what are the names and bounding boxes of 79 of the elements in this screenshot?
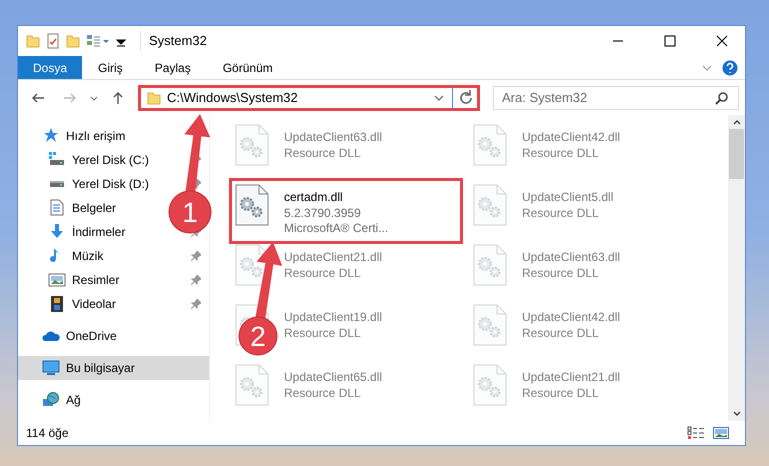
file-name: UpdateClient63.dll	[522, 249, 620, 266]
nav-label: Ağ	[66, 392, 81, 409]
nav-label: Yerel Disk (C:)	[72, 152, 150, 169]
network-icon	[42, 391, 60, 409]
picture-icon	[48, 271, 66, 289]
scrollbar[interactable]	[728, 115, 745, 421]
annotation-number: 1	[182, 197, 198, 228]
checklist-icon[interactable]	[46, 33, 60, 49]
details-view-icon[interactable]	[687, 426, 705, 440]
nav-label: Müzik	[72, 248, 104, 265]
gear-file-icon	[235, 364, 269, 406]
file-name: UpdateClient19.dll	[284, 309, 382, 326]
file-detail: Resource DLL	[284, 326, 362, 341]
film-icon	[48, 295, 66, 313]
gear-file-icon	[473, 304, 507, 346]
file-name: UpdateClient65.dll	[284, 369, 382, 386]
scrollbar-thumb[interactable]	[729, 129, 744, 179]
nav-item[interactable]: Videolar	[18, 292, 209, 316]
search-icon[interactable]	[715, 90, 729, 104]
nav-item[interactable]: Belgeler	[18, 196, 124, 220]
gear-file-icon	[473, 364, 507, 406]
drive-icon	[48, 180, 66, 188]
gear-file-icon	[235, 184, 269, 226]
nav-label: Videolar	[72, 296, 117, 313]
annotation-number: 2	[250, 321, 266, 352]
file-name: UpdateClient5.dll	[522, 189, 614, 206]
file-detail: Resource DLL	[284, 266, 362, 281]
view-options-icon[interactable]	[86, 34, 110, 48]
nav-label: Hızlı erişim	[66, 128, 126, 145]
ribbon-tab[interactable]: Paylaş	[138, 56, 207, 79]
gear-file-icon	[473, 184, 507, 226]
file-detail: Resource DLL	[522, 206, 600, 221]
nav-item[interactable]: Resimler	[18, 268, 209, 292]
file-name: certadm.dll	[284, 189, 344, 206]
address-bar[interactable]: C:\Windows\System32	[138, 84, 480, 110]
file-name: UpdateClient63.dll	[284, 129, 382, 146]
nav-item[interactable]: Hızlı erişim	[18, 124, 134, 148]
ribbon-tab[interactable]: Görünüm	[206, 56, 289, 79]
star-icon	[42, 127, 60, 145]
file-item[interactable]: certadm.dll 5.2.3790.3959 MicrosoftA® Certi...	[232, 181, 460, 241]
gear-file-icon	[473, 124, 507, 166]
nav-label: OneDrive	[66, 328, 117, 345]
nav-item[interactable]: Müzik	[18, 244, 209, 268]
large-icons-view-icon[interactable]	[713, 427, 729, 439]
document-icon	[48, 199, 66, 217]
file-detail: 5.2.3790.3959	[284, 206, 362, 221]
gear-file-icon	[473, 244, 507, 286]
file-detail: Resource DLL	[284, 386, 362, 401]
file-detail: Resource DLL	[522, 266, 600, 281]
monitor-icon	[42, 359, 60, 377]
annotation-badge	[238, 316, 278, 356]
nav-label: Resimler	[72, 272, 120, 289]
nav-item[interactable]: Bu bilgisayar	[18, 356, 209, 380]
annotation-badge	[168, 190, 212, 234]
file-detail: MicrosoftA® Certi...	[284, 221, 388, 236]
gear-file-icon	[235, 124, 269, 166]
nav-label: İndirmeler	[72, 224, 126, 241]
ribbon-tab[interactable]: Giriş	[82, 56, 139, 79]
file-name: UpdateClient42.dll	[522, 309, 620, 326]
file-detail: Resource DLL	[284, 146, 362, 161]
search-field[interactable]: Ara: System32	[493, 86, 739, 110]
nav-label: Belgeler	[72, 200, 116, 217]
file-name: UpdateClient21.dll	[522, 369, 620, 386]
file-detail: Resource DLL	[522, 386, 600, 401]
maximize-icon[interactable]	[663, 35, 677, 47]
file-name: UpdateClient42.dll	[522, 129, 620, 146]
nav-item[interactable]: Ağ	[18, 388, 89, 412]
file-detail: Resource DLL	[522, 326, 600, 341]
address-field[interactable]: C:\Windows\System32	[167, 88, 426, 108]
nav-item[interactable]: OneDrive	[18, 324, 125, 348]
file-menu-tab[interactable]: Dosya	[18, 56, 82, 79]
file-detail: Resource DLL	[522, 146, 600, 161]
item-count: 114 öğe	[26, 425, 70, 442]
nav-label: Yerel Disk (D:)	[72, 176, 150, 193]
window-title: System32	[140, 31, 207, 51]
file-name: UpdateClient21.dll	[284, 249, 382, 266]
nav-label: Bu bilgisayar	[66, 360, 136, 377]
folder-icon	[147, 90, 161, 106]
close-icon[interactable]	[715, 35, 729, 47]
